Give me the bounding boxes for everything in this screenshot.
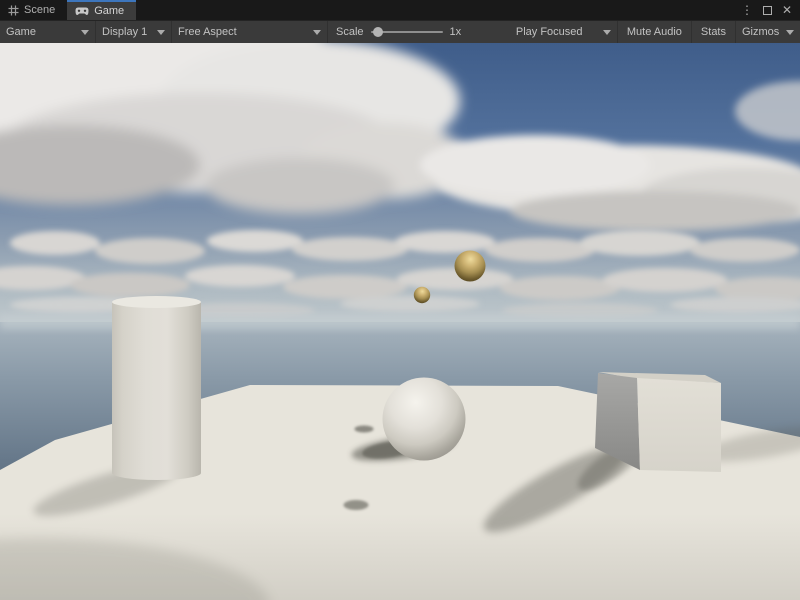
cloud-large-left bbox=[0, 43, 470, 214]
cylinder bbox=[112, 296, 201, 480]
tab-scene-label: Scene bbox=[24, 4, 55, 16]
gamepad-icon bbox=[75, 7, 89, 16]
game-viewport[interactable] bbox=[0, 43, 800, 600]
window-controls: ⋮ ✕ bbox=[741, 0, 800, 20]
aspect-dropdown-value: Free Aspect bbox=[178, 26, 237, 38]
play-focused-dropdown[interactable]: Play Focused bbox=[510, 21, 618, 43]
scale-label: Scale bbox=[336, 26, 364, 38]
chevron-down-icon bbox=[81, 30, 89, 35]
chevron-down-icon bbox=[157, 30, 165, 35]
scale-slider[interactable] bbox=[371, 26, 443, 38]
gold-sphere-large bbox=[455, 251, 486, 282]
mute-audio-button[interactable]: Mute Audio bbox=[618, 21, 692, 43]
aspect-ratio-dropdown[interactable]: Free Aspect bbox=[172, 21, 328, 43]
mute-audio-label: Mute Audio bbox=[627, 26, 682, 38]
stats-button[interactable]: Stats bbox=[692, 21, 736, 43]
stats-label: Stats bbox=[701, 26, 726, 38]
tab-bar: Scene Game ⋮ ✕ bbox=[0, 0, 800, 20]
display-dropdown[interactable]: Display 1 bbox=[96, 21, 172, 43]
cube bbox=[595, 372, 721, 472]
close-icon[interactable]: ✕ bbox=[782, 4, 792, 16]
kebab-menu-icon[interactable]: ⋮ bbox=[741, 4, 753, 16]
chevron-down-icon bbox=[313, 30, 321, 35]
tab-scene[interactable]: Scene bbox=[0, 0, 67, 20]
chevron-down-icon bbox=[603, 30, 611, 35]
play-focused-value: Play Focused bbox=[516, 26, 583, 38]
game-view-toolbar: Game Display 1 Free Aspect Scale 1x Play… bbox=[0, 20, 800, 43]
view-dropdown[interactable]: Game bbox=[0, 21, 96, 43]
unity-game-window: Scene Game ⋮ ✕ Game Display 1 bbox=[0, 0, 800, 600]
gold-sphere-small-shadow bbox=[355, 426, 374, 433]
cube-right-face bbox=[637, 378, 721, 472]
gizmos-value: Gizmos bbox=[742, 26, 779, 38]
scale-control: Scale 1x bbox=[328, 21, 469, 43]
toolbar-spacer bbox=[469, 21, 510, 43]
scale-value: 1x bbox=[450, 26, 462, 38]
chevron-down-icon bbox=[786, 30, 794, 35]
tabbar-spacer bbox=[136, 0, 741, 20]
gold-sphere-large-shadow bbox=[344, 500, 369, 510]
tab-game-label: Game bbox=[94, 5, 124, 17]
scale-slider-handle[interactable] bbox=[373, 27, 383, 37]
gold-sphere-small bbox=[414, 287, 430, 303]
grid-icon bbox=[8, 5, 19, 16]
tab-game[interactable]: Game bbox=[67, 0, 136, 20]
gizmos-dropdown[interactable]: Gizmos bbox=[736, 21, 800, 43]
maximize-icon[interactable] bbox=[763, 6, 772, 15]
display-dropdown-value: Display 1 bbox=[102, 26, 147, 38]
white-sphere bbox=[383, 378, 466, 461]
rendered-scene bbox=[0, 43, 800, 600]
view-dropdown-value: Game bbox=[6, 26, 36, 38]
